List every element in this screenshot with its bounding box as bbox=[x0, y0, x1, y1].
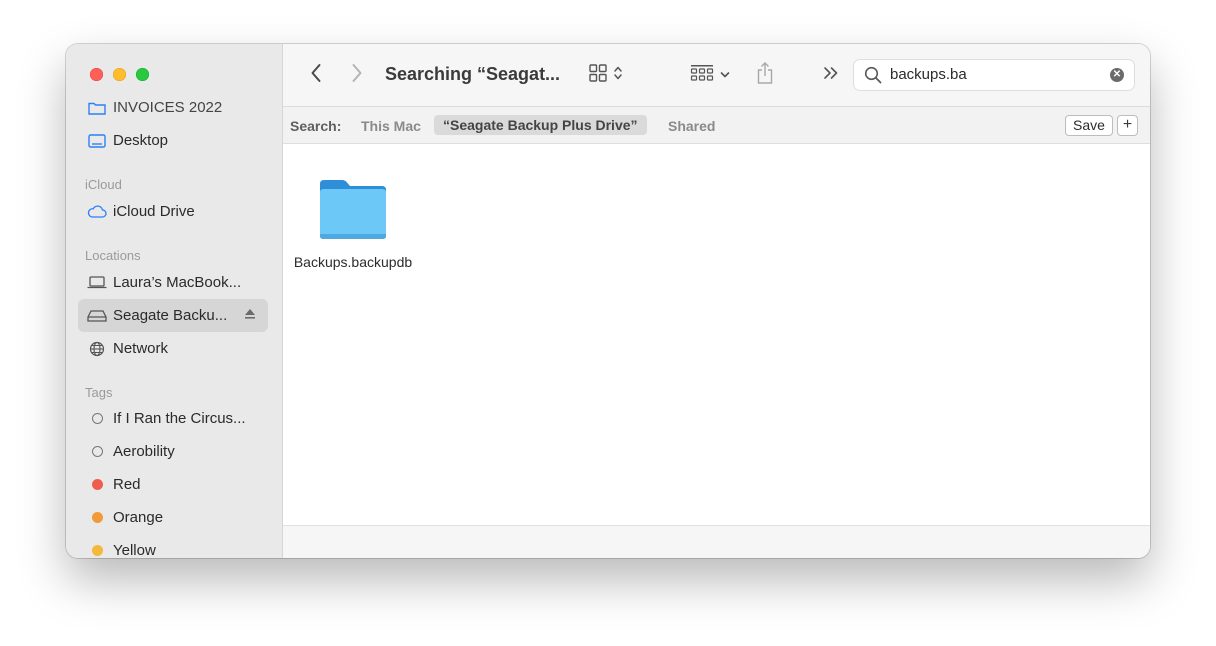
toolbar: Searching “Seagat... backups.ba ✕ bbox=[283, 44, 1150, 107]
locations-section-header: Locations bbox=[85, 248, 141, 263]
sidebar-item-invoices[interactable]: INVOICES 2022 bbox=[78, 91, 268, 124]
group-by-button[interactable] bbox=[687, 44, 733, 106]
chevron-down-icon bbox=[720, 66, 730, 84]
chevron-updown-icon bbox=[613, 65, 623, 86]
forward-button[interactable] bbox=[344, 44, 370, 106]
folder-icon bbox=[86, 101, 108, 115]
double-chevron-right-icon bbox=[823, 66, 839, 85]
sidebar-item-seagate[interactable]: Seagate Backu... bbox=[78, 299, 268, 332]
sidebar-item-network[interactable]: Network bbox=[78, 332, 268, 365]
search-scope-bar: Search: This Mac “Seagate Backup Plus Dr… bbox=[283, 107, 1150, 144]
view-mode-button[interactable] bbox=[583, 44, 627, 106]
external-drive-icon bbox=[86, 309, 108, 322]
sidebar-item-label: Desktop bbox=[113, 132, 169, 149]
result-item[interactable]: Backups.backupdb bbox=[287, 178, 419, 271]
tag-item-red[interactable]: Red bbox=[78, 468, 268, 501]
chevron-right-icon bbox=[351, 63, 363, 88]
search-input[interactable] bbox=[890, 60, 1100, 88]
eject-icon[interactable] bbox=[244, 307, 256, 324]
sidebar-item-label: Network bbox=[113, 340, 169, 357]
tag-empty-icon bbox=[86, 446, 108, 457]
sidebar-item-label: Red bbox=[113, 476, 141, 493]
sidebar: INVOICES 2022 Desktop iCloud iCloud Driv… bbox=[66, 44, 283, 558]
result-item-name: Backups.backupdb bbox=[293, 254, 413, 270]
status-bar bbox=[283, 525, 1150, 558]
sidebar-item-label: INVOICES 2022 bbox=[113, 99, 223, 116]
sidebar-item-macbook[interactable]: Laura’s MacBook... bbox=[78, 266, 268, 299]
sidebar-item-label: Yellow bbox=[113, 542, 156, 558]
sidebar-item-label: Aerobility bbox=[113, 443, 175, 460]
save-search-button[interactable]: Save bbox=[1065, 115, 1113, 136]
window-title: Searching “Seagat... bbox=[385, 64, 561, 84]
sidebar-item-label: Laura’s MacBook... bbox=[113, 274, 242, 291]
finder-window: INVOICES 2022 Desktop iCloud iCloud Driv… bbox=[66, 44, 1150, 558]
share-icon bbox=[756, 61, 774, 90]
laptop-icon bbox=[86, 276, 108, 289]
share-button[interactable] bbox=[750, 44, 780, 106]
group-grid-icon bbox=[690, 64, 714, 87]
tag-red-dot-icon bbox=[86, 479, 108, 490]
clear-search-icon[interactable]: ✕ bbox=[1110, 68, 1124, 82]
sidebar-item-label: Seagate Backu... bbox=[113, 307, 228, 324]
network-globe-icon bbox=[86, 341, 108, 357]
tag-empty-icon bbox=[86, 413, 108, 424]
sidebar-item-label: iCloud Drive bbox=[113, 203, 195, 220]
zoom-window-button[interactable] bbox=[136, 68, 149, 81]
sidebar-item-label: If I Ran the Circus... bbox=[113, 410, 246, 427]
tag-item-orange[interactable]: Orange bbox=[78, 501, 268, 534]
minimize-window-button[interactable] bbox=[113, 68, 126, 81]
sidebar-item-desktop[interactable]: Desktop bbox=[78, 124, 268, 157]
sidebar-item-label: Orange bbox=[113, 509, 164, 526]
results-area: Backups.backupdb bbox=[283, 144, 1150, 525]
tag-orange-dot-icon bbox=[86, 512, 108, 523]
icloud-section-header: iCloud bbox=[85, 177, 122, 192]
search-field[interactable]: ✕ bbox=[853, 59, 1135, 91]
window-controls bbox=[90, 68, 149, 81]
tag-item-yellow[interactable]: Yellow bbox=[78, 534, 268, 558]
more-toolbar-items-button[interactable] bbox=[819, 44, 843, 106]
tag-item-if-i-ran-the-circus[interactable]: If I Ran the Circus... bbox=[78, 402, 268, 435]
sidebar-item-icloud-drive[interactable]: iCloud Drive bbox=[78, 195, 268, 228]
chevron-left-icon bbox=[310, 63, 322, 88]
cloud-icon bbox=[86, 205, 108, 218]
scope-label: Search: bbox=[290, 118, 342, 134]
tag-item-aerobility[interactable]: Aerobility bbox=[78, 435, 268, 468]
back-button[interactable] bbox=[303, 44, 329, 106]
scope-shared[interactable]: Shared bbox=[668, 118, 715, 134]
grid-view-icon bbox=[588, 63, 608, 88]
add-criteria-button[interactable]: + bbox=[1117, 115, 1138, 136]
close-window-button[interactable] bbox=[90, 68, 103, 81]
desktop-icon bbox=[86, 133, 108, 148]
scope-this-mac[interactable]: This Mac bbox=[361, 118, 421, 134]
folder-icon bbox=[320, 180, 386, 239]
tags-section-header: Tags bbox=[85, 385, 113, 400]
tag-yellow-dot-icon bbox=[86, 545, 108, 556]
scope-seagate-drive[interactable]: “Seagate Backup Plus Drive” bbox=[434, 115, 647, 135]
search-icon bbox=[864, 66, 882, 89]
